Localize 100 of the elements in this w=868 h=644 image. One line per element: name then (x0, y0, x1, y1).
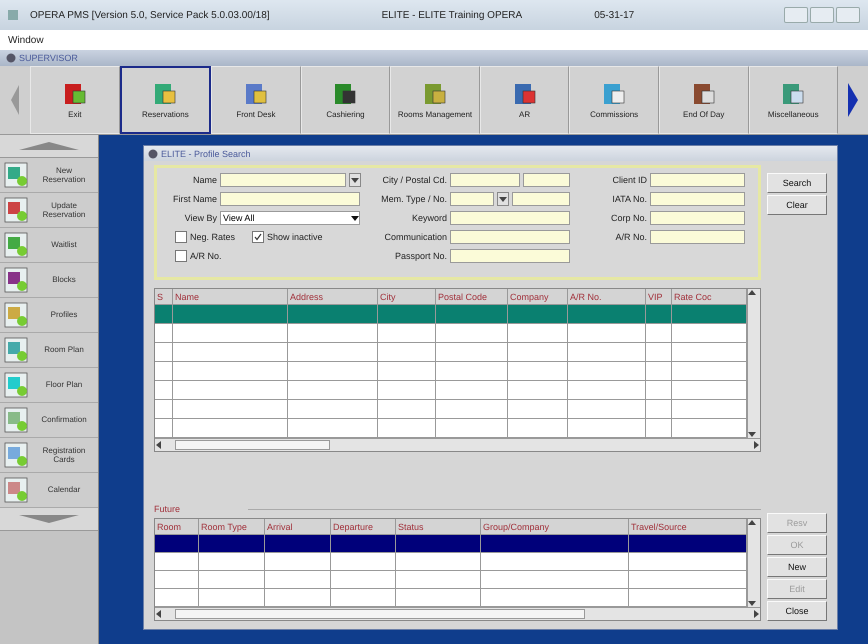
picture-icon (4, 161, 30, 189)
checkbox-label: Neg. Rates (190, 232, 236, 242)
scroll-down-button[interactable] (0, 508, 98, 531)
scroll-right-icon[interactable] (752, 441, 760, 449)
scroll-left-icon[interactable] (155, 610, 163, 618)
close-button[interactable] (836, 7, 860, 23)
caret-icon[interactable] (499, 194, 507, 202)
sidebar-item[interactable]: Confirmation (0, 403, 98, 438)
business-date: 05-31-17 (594, 10, 634, 20)
lookup-button[interactable] (349, 172, 361, 186)
input-field[interactable] (650, 172, 745, 186)
picture-icon (4, 406, 30, 434)
action-button[interactable]: New (767, 557, 827, 577)
toolbar-button[interactable]: Reservations (120, 66, 212, 134)
checkbox[interactable] (175, 230, 187, 242)
picture-icon (4, 231, 30, 259)
field-label: IATA No. (611, 194, 647, 204)
toolbar-button[interactable]: Rooms Management (390, 66, 480, 134)
up-arrow-icon (19, 142, 79, 150)
action-button[interactable]: Close (767, 601, 827, 621)
right-arrow-icon (848, 83, 858, 117)
input-field[interactable] (650, 230, 745, 244)
field-label: View By (184, 212, 217, 222)
picture-icon (4, 441, 30, 469)
module-title: SUPERVISOR (19, 53, 78, 63)
input-field[interactable] (523, 172, 570, 186)
vertical-scrollbar[interactable] (747, 289, 760, 438)
input-field[interactable] (220, 192, 360, 206)
input-field[interactable] (450, 230, 570, 244)
sidebar-item[interactable]: Registration Cards (0, 438, 98, 473)
sidebar-item[interactable]: Room Plan (0, 333, 98, 368)
input-field[interactable] (220, 172, 346, 186)
sidebar-item[interactable]: Floor Plan (0, 368, 98, 403)
sidebar-item[interactable]: Calendar (0, 473, 98, 508)
sidebar-item[interactable]: Waitlist (0, 228, 98, 263)
toolbar-button[interactable]: AR (480, 66, 570, 134)
input-field[interactable] (450, 192, 494, 206)
table-row[interactable] (155, 343, 747, 362)
horizontal-scrollbar[interactable] (155, 607, 760, 620)
field-label: Corp No. (610, 212, 647, 222)
checkbox-label: Show inactive (267, 232, 323, 242)
input-field[interactable] (450, 210, 570, 224)
picture-icon (4, 476, 30, 504)
vertical-scrollbar[interactable] (747, 519, 760, 607)
field-label: Name (192, 174, 217, 184)
sidebar-item[interactable]: Profiles (0, 298, 98, 333)
checkbox[interactable] (175, 250, 187, 262)
toolbar-button[interactable]: Cashiering (300, 66, 390, 134)
sidebar-item[interactable]: Blocks (0, 263, 98, 298)
input-field[interactable] (650, 210, 745, 224)
app-icon (8, 10, 18, 20)
picture-icon (4, 301, 30, 329)
caret-icon[interactable] (351, 214, 359, 222)
input-field[interactable] (450, 248, 570, 262)
minimize-button[interactable] (784, 7, 808, 23)
left-arrow-icon (11, 85, 19, 115)
toolbar-button[interactable]: Front Desk (211, 66, 301, 134)
app-icon (6, 53, 16, 63)
scroll-up-icon[interactable] (748, 519, 756, 527)
table-row[interactable] (155, 535, 747, 553)
picture-icon (4, 336, 30, 364)
toolbar-button[interactable]: Commissions (569, 66, 659, 134)
scroll-right-icon[interactable] (752, 610, 760, 618)
table-row[interactable] (155, 381, 747, 400)
field-label: Mem. Type / No. (380, 194, 447, 204)
table-row[interactable] (155, 362, 747, 381)
input-field[interactable] (650, 192, 745, 206)
field-label: First Name (172, 194, 217, 204)
dropdown-button[interactable] (497, 192, 509, 206)
menu-item[interactable]: Window (8, 34, 44, 46)
horizontal-scrollbar[interactable] (155, 438, 760, 451)
field-label: A/R No. (614, 232, 647, 242)
toolbar-button[interactable]: Exit (30, 66, 120, 134)
input-field[interactable] (450, 172, 520, 186)
dropdown-field[interactable]: View All (220, 210, 360, 224)
toolbar-button[interactable]: Miscellaneous (748, 66, 838, 134)
maximize-button[interactable] (810, 7, 834, 23)
checkbox[interactable] (252, 230, 264, 242)
action-button[interactable]: Clear (767, 195, 827, 215)
scroll-up-icon[interactable] (748, 289, 756, 297)
field-label: Client ID (611, 174, 647, 184)
property-name: ELITE - ELITE Training OPERA (382, 10, 522, 20)
table-row[interactable] (155, 400, 747, 419)
field-label: Keyword (410, 212, 447, 222)
field-label: City / Postal Cd. (381, 174, 447, 184)
action-button[interactable]: Search (767, 173, 827, 193)
app-icon (148, 148, 158, 158)
sidebar-item[interactable]: New Reservation (0, 158, 98, 193)
dialog-title-bar: ELITE - Profile Search (144, 146, 837, 161)
picture-icon (4, 266, 30, 294)
input-field[interactable] (512, 192, 570, 206)
scroll-up-button[interactable] (0, 135, 98, 158)
field-label: Communication (383, 232, 447, 242)
table-row[interactable] (155, 324, 747, 343)
window-title: OPERA PMS [Version 5.0, Service Pack 5.0.03.00/18] (30, 10, 270, 20)
scroll-left-icon[interactable] (155, 441, 163, 449)
sidebar-item[interactable]: Update Reservation (0, 193, 98, 228)
caret-icon[interactable] (351, 176, 359, 184)
toolbar-button[interactable]: End Of Day (658, 66, 748, 134)
checkbox-label: A/R No. (190, 250, 222, 260)
